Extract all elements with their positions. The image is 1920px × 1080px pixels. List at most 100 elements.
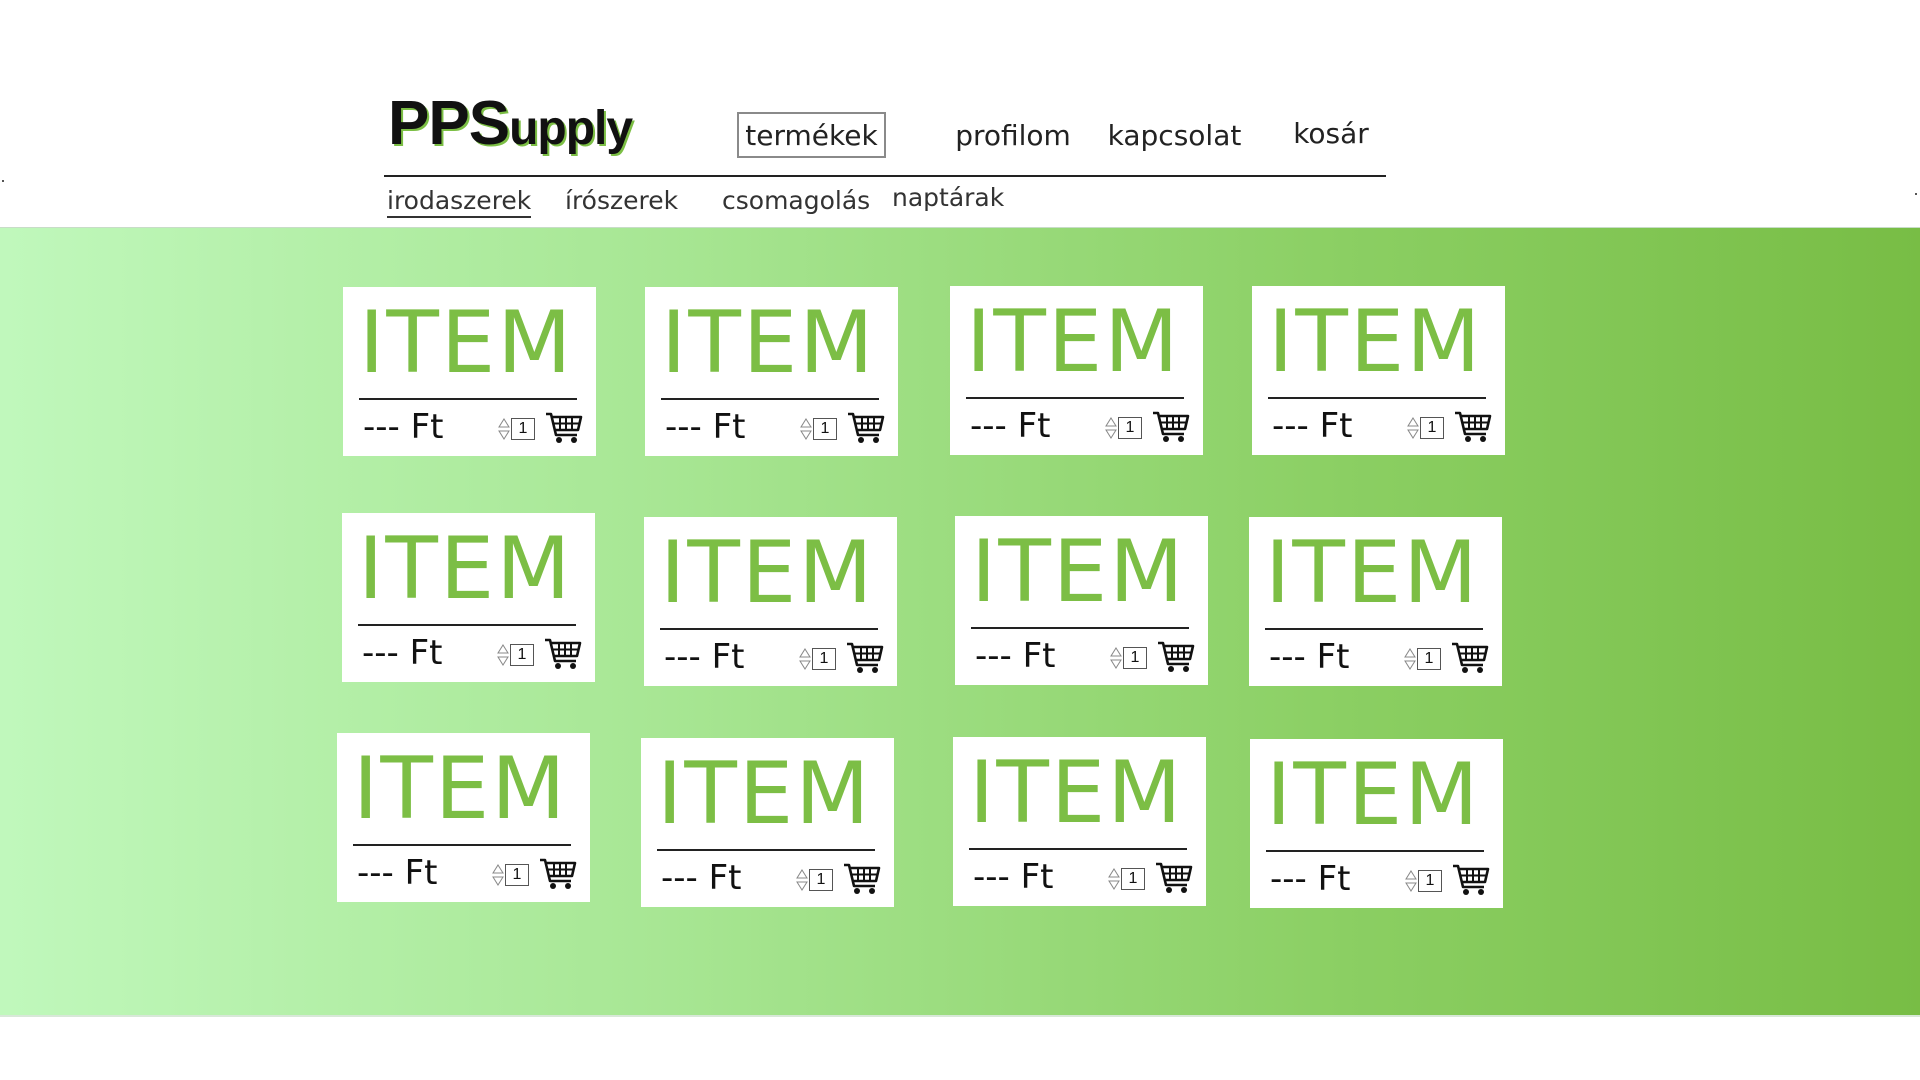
product-price: --- Ft (1272, 406, 1353, 446)
product-divider (657, 849, 875, 851)
up-down-arrows-icon[interactable] (1404, 648, 1416, 670)
quantity-input[interactable]: 1 (1417, 648, 1441, 670)
quantity-input[interactable]: 1 (812, 648, 836, 670)
shopping-cart-icon[interactable] (1452, 863, 1490, 902)
product-price: --- Ft (664, 637, 745, 677)
product-card[interactable]: ITEM --- Ft 1 (644, 517, 897, 686)
product-card[interactable]: ITEM --- Ft 1 (1252, 286, 1505, 455)
product-card[interactable]: ITEM --- Ft 1 (342, 513, 595, 682)
product-name: ITEM (966, 292, 1181, 392)
quantity-input[interactable]: 1 (510, 644, 534, 666)
product-divider (1268, 397, 1486, 399)
nav-item-kapcsolat[interactable]: kapcsolat (1107, 112, 1242, 158)
quantity-stepper[interactable]: 1 (1404, 647, 1441, 671)
shopping-cart-icon[interactable] (1454, 410, 1492, 449)
quantity-stepper[interactable]: 1 (1108, 867, 1145, 891)
quantity-stepper[interactable]: 1 (1407, 416, 1444, 440)
up-down-arrows-icon[interactable] (799, 648, 811, 670)
product-card[interactable]: ITEM --- Ft 1 (337, 733, 590, 902)
product-card[interactable]: ITEM --- Ft 1 (343, 287, 596, 456)
quantity-stepper[interactable]: 1 (800, 417, 837, 441)
product-divider (969, 848, 1187, 850)
shopping-cart-icon[interactable] (846, 641, 884, 680)
shopping-cart-icon[interactable] (545, 411, 583, 450)
product-price: --- Ft (973, 857, 1054, 897)
product-divider (359, 398, 577, 400)
edge-dot-left (2, 180, 4, 182)
edge-dot-right (1915, 193, 1917, 195)
quantity-input[interactable]: 1 (1123, 647, 1147, 669)
quantity-input[interactable]: 1 (809, 869, 833, 891)
product-price: --- Ft (362, 633, 443, 673)
quantity-input[interactable]: 1 (1118, 417, 1142, 439)
quantity-stepper[interactable]: 1 (497, 643, 534, 667)
up-down-arrows-icon[interactable] (1405, 870, 1417, 892)
shopping-cart-icon[interactable] (544, 637, 582, 676)
up-down-arrows-icon[interactable] (1105, 417, 1117, 439)
product-name: ITEM (661, 293, 876, 393)
quantity-stepper[interactable]: 1 (1110, 646, 1147, 670)
product-card[interactable]: ITEM --- Ft 1 (953, 737, 1206, 906)
quantity-stepper[interactable]: 1 (1105, 416, 1142, 440)
product-name: ITEM (969, 743, 1184, 843)
quantity-input[interactable]: 1 (505, 864, 529, 886)
up-down-arrows-icon[interactable] (497, 644, 509, 666)
product-name: ITEM (971, 522, 1186, 622)
quantity-input[interactable]: 1 (511, 418, 535, 440)
product-price: --- Ft (665, 407, 746, 447)
shopping-cart-icon[interactable] (1451, 641, 1489, 680)
product-divider (966, 397, 1184, 399)
product-divider (971, 627, 1189, 629)
product-card[interactable]: ITEM --- Ft 1 (950, 286, 1203, 455)
product-divider (358, 624, 576, 626)
quantity-stepper[interactable]: 1 (498, 417, 535, 441)
nav-item-termekek[interactable]: termékek (737, 112, 886, 158)
product-divider (661, 398, 879, 400)
quantity-stepper[interactable]: 1 (492, 863, 529, 887)
product-price: --- Ft (363, 407, 444, 447)
shopping-cart-icon[interactable] (843, 862, 881, 901)
up-down-arrows-icon[interactable] (800, 418, 812, 440)
logo[interactable]: PPSupply (388, 88, 633, 159)
product-divider (660, 628, 878, 630)
product-name: ITEM (657, 744, 872, 844)
product-card[interactable]: ITEM --- Ft 1 (955, 516, 1208, 685)
logo-upply: upply (509, 102, 633, 155)
header-divider (384, 175, 1386, 177)
product-price: --- Ft (1270, 859, 1351, 899)
quantity-input[interactable]: 1 (813, 418, 837, 440)
up-down-arrows-icon[interactable] (796, 869, 808, 891)
shopping-cart-icon[interactable] (1155, 861, 1193, 900)
nav-item-kosar[interactable]: kosár (1285, 110, 1377, 156)
quantity-stepper[interactable]: 1 (799, 647, 836, 671)
product-divider (1265, 628, 1483, 630)
product-name: ITEM (359, 293, 574, 393)
product-card[interactable]: ITEM --- Ft 1 (645, 287, 898, 456)
product-card[interactable]: ITEM --- Ft 1 (641, 738, 894, 907)
quantity-input[interactable]: 1 (1418, 870, 1442, 892)
logo-pps: PPS (388, 89, 510, 158)
category-irodaszerek[interactable]: irodaszerek (387, 186, 532, 218)
shopping-cart-icon[interactable] (847, 411, 885, 450)
category-naptarak[interactable]: naptárak (892, 183, 1004, 212)
up-down-arrows-icon[interactable] (1407, 417, 1419, 439)
quantity-input[interactable]: 1 (1420, 417, 1444, 439)
nav-item-profilom[interactable]: profilom (938, 112, 1088, 158)
up-down-arrows-icon[interactable] (498, 418, 510, 440)
up-down-arrows-icon[interactable] (1108, 868, 1120, 890)
quantity-stepper[interactable]: 1 (796, 868, 833, 892)
product-card[interactable]: ITEM --- Ft 1 (1249, 517, 1502, 686)
shopping-cart-icon[interactable] (1157, 640, 1195, 679)
up-down-arrows-icon[interactable] (1110, 647, 1122, 669)
category-iroszerek[interactable]: írószerek (565, 186, 678, 215)
product-name: ITEM (358, 519, 573, 619)
product-name: ITEM (1265, 523, 1480, 623)
quantity-stepper[interactable]: 1 (1405, 869, 1442, 893)
product-price: --- Ft (661, 858, 742, 898)
shopping-cart-icon[interactable] (539, 857, 577, 896)
shopping-cart-icon[interactable] (1152, 410, 1190, 449)
quantity-input[interactable]: 1 (1121, 868, 1145, 890)
up-down-arrows-icon[interactable] (492, 864, 504, 886)
product-card[interactable]: ITEM --- Ft 1 (1250, 739, 1503, 908)
category-csomagolas[interactable]: csomagolás (722, 186, 870, 215)
